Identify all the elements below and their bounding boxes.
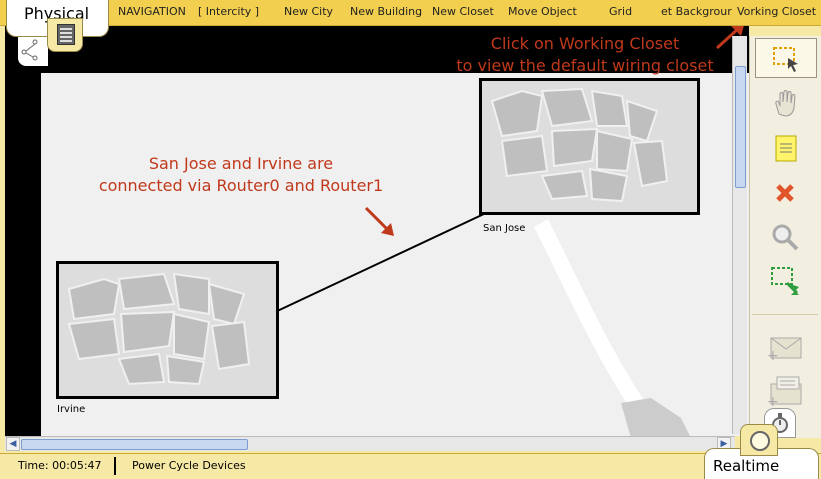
working-closet-annotation: Click on Working Closet to view the defa… [415, 33, 749, 77]
resize-icon [771, 267, 799, 295]
add-simple-pdu-icon: + [767, 337, 802, 362]
clock-icon [750, 431, 770, 451]
rack-icon [57, 24, 75, 45]
nav-label: NAVIGATION [118, 5, 186, 18]
add-complex-pdu-icon: + [767, 376, 802, 408]
move-layout-tool-button[interactable] [755, 84, 815, 122]
vertical-scroll-thumb[interactable] [735, 66, 746, 188]
physical-mode-icon[interactable] [47, 18, 83, 52]
horizontal-scrollbar[interactable]: ◀ ▶ [5, 436, 735, 451]
intercity-map[interactable]: San Jose Irvine San Jose and Irvine are … [41, 73, 749, 436]
scroll-left-icon[interactable]: ◀ [6, 437, 20, 451]
new-city-button[interactable]: New City [284, 5, 333, 18]
working-closet-button[interactable]: Vorking Closet [737, 5, 816, 18]
set-background-button[interactable]: et Backgrour [661, 5, 732, 18]
note-icon [775, 135, 797, 162]
workspace-canvas[interactable]: San Jose Irvine San Jose and Irvine are … [5, 26, 749, 436]
connection-annotation-line1: San Jose and Irvine are [148, 154, 334, 173]
power-cycle-devices-button[interactable]: Power Cycle Devices [132, 457, 246, 475]
status-bar: Time: 00:05:47 Power Cycle Devices [0, 453, 821, 479]
top-toolbar: NAVIGATION [ Intercity ] New City New Bu… [0, 0, 821, 26]
place-note-tool-button[interactable] [755, 129, 815, 167]
inspect-tool-button[interactable] [755, 218, 815, 256]
simulation-time: Time: 00:05:47 [4, 457, 116, 475]
san-jose-city[interactable] [479, 78, 700, 215]
move-object-button[interactable]: Move Object [508, 5, 577, 18]
irvine-city[interactable] [56, 261, 279, 399]
nav-intercity-button[interactable]: [ Intercity ] [198, 5, 259, 18]
select-tool-button[interactable] [755, 38, 817, 78]
new-closet-button[interactable]: New Closet [432, 5, 494, 18]
tool-divider [752, 314, 818, 315]
new-building-button[interactable]: New Building [350, 5, 422, 18]
realtime-mode-label: Realtime [713, 457, 780, 475]
hand-move-icon [775, 90, 796, 117]
connection-annotation-line2: connected via Router0 and Router1 [98, 176, 384, 195]
delete-icon [776, 184, 794, 202]
select-icon [773, 47, 798, 72]
zoom-icon [772, 224, 799, 251]
connection-annotation: San Jose and Irvine are connected via Ro… [71, 153, 411, 197]
irvine-map-icon [67, 272, 251, 386]
horizontal-scroll-thumb[interactable] [21, 439, 248, 450]
navigation-panel-icon[interactable] [18, 36, 48, 66]
delete-tool-button[interactable] [755, 174, 815, 212]
annotation-arrow-icon [364, 206, 394, 236]
grid-button[interactable]: Grid [609, 5, 632, 18]
irvine-label: Irvine [57, 404, 86, 415]
realtime-mode-icon[interactable] [740, 424, 778, 456]
vertical-scrollbar[interactable] [732, 36, 747, 434]
common-tools-panel: + + [749, 36, 821, 438]
svg-text:+: + [767, 348, 779, 362]
resize-shape-tool-button[interactable] [755, 262, 815, 300]
working-closet-annotation-line2: to view the default wiring closet [456, 56, 714, 75]
svg-text:+: + [767, 394, 779, 408]
san-jose-map-icon [490, 87, 669, 203]
add-complex-pdu-button[interactable]: + [755, 372, 815, 410]
working-closet-annotation-line1: Click on Working Closet [490, 34, 680, 53]
san-jose-label: San Jose [483, 223, 526, 234]
add-simple-pdu-button[interactable]: + [755, 328, 815, 366]
